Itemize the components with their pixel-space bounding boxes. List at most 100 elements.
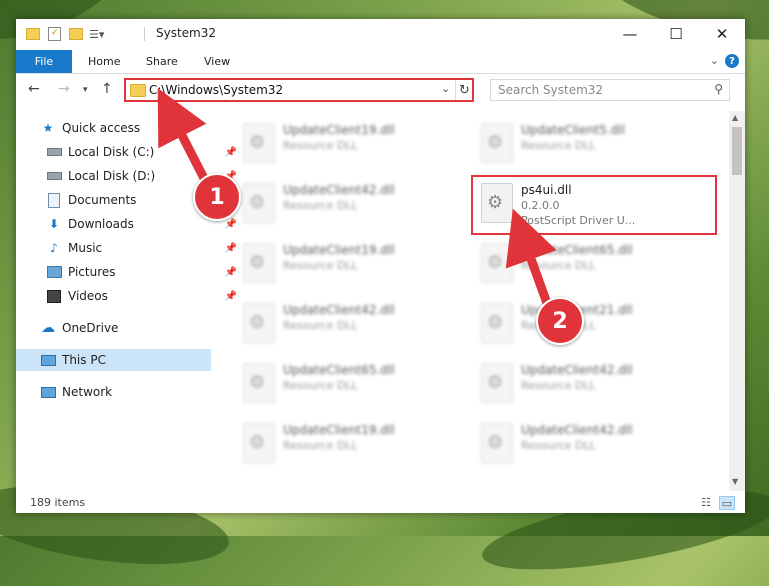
list-item[interactable]: ⚙ UpdateClient19.dll Resource DLL [235, 417, 465, 471]
search-input[interactable]: Search System32 ⚲ [490, 79, 730, 101]
file-name: UpdateClient19.dll [283, 243, 395, 257]
tab-file[interactable]: File [16, 50, 72, 73]
file-type: Resource DLL [283, 259, 358, 272]
videos-icon [46, 289, 62, 303]
tab-view[interactable]: View [204, 55, 230, 68]
sidebar-item-network[interactable]: Network [16, 381, 235, 403]
new-folder-icon[interactable] [69, 28, 83, 40]
up-arrow-icon[interactable]: ↑ [101, 81, 113, 97]
scroll-up-icon[interactable]: ▲ [732, 113, 738, 122]
sidebar-item-label: Pictures [68, 265, 116, 279]
sidebar-item-label: Downloads [68, 217, 134, 231]
sidebar-item-quick-access[interactable]: ★ Quick access [16, 117, 235, 139]
list-item[interactable]: ⚙ UpdateClient5.dll Resource DLL [473, 117, 703, 171]
chevron-down-icon[interactable]: ⌄ [441, 82, 450, 95]
dll-file-icon: ⚙ [481, 363, 513, 403]
dll-file-icon: ⚙ [243, 303, 275, 343]
close-button[interactable]: ✕ [699, 19, 745, 49]
properties-icon[interactable]: ✓ [48, 27, 61, 41]
file-name: UpdateClient42.dll [521, 363, 633, 377]
step-badge-2: 2 [536, 297, 584, 345]
details-view-icon[interactable]: ☷ [699, 496, 713, 509]
file-type: Resource DLL [283, 139, 358, 152]
drive-icon [46, 145, 62, 159]
list-item[interactable]: ⚙ UpdateClient42.dll Resource DLL [235, 177, 465, 231]
file-type: Resource DLL [521, 259, 596, 272]
sidebar-item-pictures[interactable]: Pictures 📌 [16, 261, 241, 283]
dll-file-icon: ⚙ [481, 123, 513, 163]
item-count: 189 items [30, 496, 86, 509]
dll-file-icon: ⚙ [481, 303, 513, 343]
dll-file-icon: ⚙ [243, 243, 275, 283]
drive-icon [46, 169, 62, 183]
sidebar-item-label: Quick access [62, 121, 141, 135]
list-item[interactable]: ⚙ UpdateClient19.dll Resource DLL [235, 237, 465, 291]
file-type: Resource DLL [283, 439, 358, 452]
sidebar-item-label: Local Disk (C:) [68, 145, 155, 159]
file-name: UpdateClient42.dll [283, 303, 395, 317]
file-name: UpdateClient65.dll [521, 243, 633, 257]
list-item[interactable]: ⚙ UpdateClient21.dll Resource DLL [473, 297, 703, 351]
chevron-down-icon[interactable]: ⌄ [710, 54, 719, 67]
dll-file-icon: ⚙ [243, 423, 275, 463]
sidebar-item-label: Documents [68, 193, 137, 207]
scroll-down-icon[interactable]: ▼ [732, 477, 738, 486]
title-bar: ✓ ☰▾ System32 — ☐ ✕ [16, 19, 745, 49]
list-item[interactable]: ⚙ UpdateClient19.dll Resource DLL [235, 117, 465, 171]
file-name: UpdateClient65.dll [283, 363, 395, 377]
pictures-icon [46, 265, 62, 279]
list-item[interactable]: ⚙ UpdateClient65.dll Resource DLL [473, 237, 703, 291]
list-item[interactable]: ⚙ UpdateClient42.dll Resource DLL [473, 417, 703, 471]
list-item[interactable]: ⚙ UpdateClient42.dll Resource DLL [235, 297, 465, 351]
folder-icon [26, 28, 40, 40]
sidebar-item-music[interactable]: ♪ Music 📌 [16, 237, 241, 259]
large-icons-view-icon[interactable]: ▭ [719, 496, 735, 510]
refresh-icon[interactable]: ↻ [455, 80, 473, 100]
forward-arrow-icon[interactable]: → [58, 81, 70, 97]
dll-file-icon: ⚙ [481, 243, 513, 283]
downloads-icon: ⬇ [48, 217, 60, 231]
quick-access-toolbar: ✓ ☰▾ [26, 25, 104, 43]
onedrive-icon: ☁ [41, 320, 55, 336]
list-item[interactable]: ⚙ UpdateClient42.dll Resource DLL [473, 357, 703, 411]
scrollbar-thumb[interactable] [732, 127, 742, 175]
file-type: Resource DLL [521, 139, 596, 152]
file-name: UpdateClient19.dll [283, 423, 395, 437]
dll-file-icon: ⚙ [243, 123, 275, 163]
sidebar-item-label: This PC [62, 353, 106, 367]
search-icon[interactable]: ⚲ [714, 82, 723, 96]
sidebar-item-this-pc[interactable]: This PC [16, 349, 211, 371]
customize-toolbar-icon[interactable]: ☰▾ [89, 28, 104, 41]
file-name: UpdateClient42.dll [521, 423, 633, 437]
list-item[interactable]: ⚙ UpdateClient65.dll Resource DLL [235, 357, 465, 411]
minimize-button[interactable]: — [607, 19, 653, 49]
network-icon [40, 385, 56, 399]
sidebar-item-label: Videos [68, 289, 108, 303]
recent-locations-icon[interactable]: ▾ [83, 85, 88, 95]
address-path[interactable]: C:\Windows\System32 [149, 83, 283, 97]
tab-share[interactable]: Share [146, 55, 178, 68]
sidebar-item-onedrive[interactable]: ☁ OneDrive [16, 317, 235, 339]
maximize-button[interactable]: ☐ [653, 19, 699, 49]
sidebar-item-label: Music [68, 241, 103, 255]
file-name: UpdateClient5.dll [521, 123, 625, 137]
file-type: Resource DLL [521, 439, 596, 452]
file-type: Resource DLL [283, 319, 358, 332]
file-type: Resource DLL [521, 379, 596, 392]
navigation-pane: ★ Quick access Local Disk (C:) 📌 Local D… [16, 111, 237, 481]
dll-file-icon: ⚙ [481, 423, 513, 463]
ps4ui-highlight-box [471, 175, 717, 235]
sidebar-item-label: Local Disk (D:) [68, 169, 156, 183]
back-arrow-icon[interactable]: ← [28, 81, 40, 97]
tab-home[interactable]: Home [88, 55, 120, 68]
file-list: ⚙ UpdateClient19.dll Resource DLL ⚙ Upda… [213, 111, 729, 493]
address-bar[interactable]: C:\Windows\System32 ⌄ ↻ [124, 78, 474, 102]
dll-file-icon: ⚙ [243, 183, 275, 223]
vertical-scrollbar[interactable]: ▲ ▼ [729, 111, 745, 491]
sidebar-item-local-disk-c[interactable]: Local Disk (C:) 📌 [16, 141, 241, 163]
help-icon[interactable]: ? [725, 54, 739, 68]
title-divider [144, 27, 145, 41]
sidebar-item-videos[interactable]: Videos 📌 [16, 285, 241, 307]
explorer-window: ✓ ☰▾ System32 — ☐ ✕ File Home Share View… [16, 19, 745, 513]
navigation-bar: ← → ▾ ↑ C:\Windows\System32 ⌄ ↻ Search S… [16, 77, 745, 107]
